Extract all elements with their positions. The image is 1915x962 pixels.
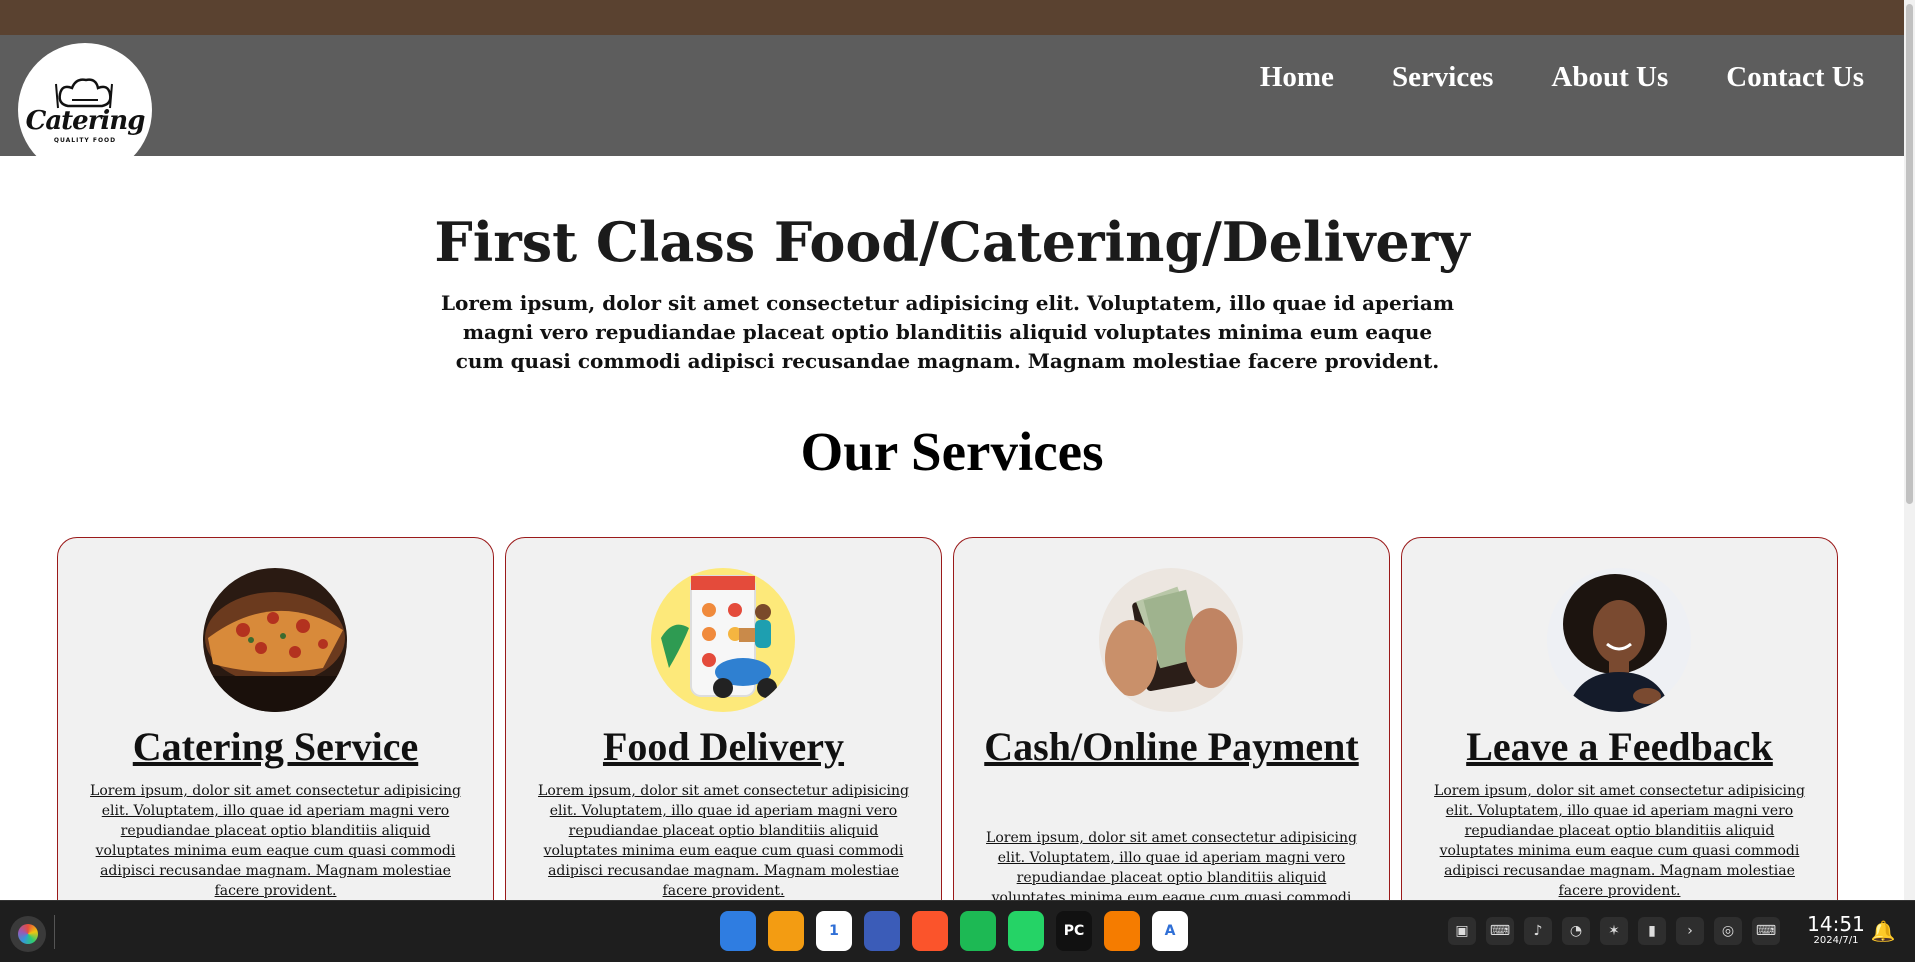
nav-about-link[interactable]: About Us: [1551, 61, 1668, 94]
finder-icon[interactable]: [720, 911, 756, 951]
speedometer-icon[interactable]: ◎: [1714, 917, 1742, 945]
hero-title: First Class Food/Catering/Delivery: [434, 210, 1470, 274]
nav-services-link[interactable]: Services: [1392, 61, 1493, 94]
launcher-icon[interactable]: [10, 916, 46, 952]
service-card-delivery: Food Delivery Lorem ipsum, dolor sit ame…: [505, 537, 942, 937]
card-description: Lorem ipsum, dolor sit amet consectetur …: [1434, 783, 1805, 899]
pycharm-icon[interactable]: PC: [1056, 911, 1092, 951]
hero-description: Lorem ipsum, dolor sit amet consectetur …: [440, 291, 1455, 373]
nav-contact-link[interactable]: Contact Us: [1726, 61, 1864, 94]
main-nav: Home Services About Us Contact Us: [1260, 61, 1864, 94]
top-accent-bar: [0, 0, 1904, 35]
card-title[interactable]: Catering Service: [78, 723, 473, 770]
nav-home-link[interactable]: Home: [1260, 61, 1334, 94]
system-taskbar: 1 PC A ▣ ⌨ ♪ ◔ ✶ ▮ › ◎ ⌨ 14:51 2024/7/1 🔔: [0, 900, 1915, 962]
logo-wordmark: Catering: [25, 106, 146, 136]
keyboard-icon[interactable]: ⌨: [1486, 917, 1514, 945]
clock-date: 2024/7/1: [1813, 935, 1859, 946]
catering-logo[interactable]: Catering QUALITY FOOD: [18, 43, 152, 177]
app-installer-icon[interactable]: A: [1152, 911, 1188, 951]
input-method-icon[interactable]: ⌨: [1752, 917, 1780, 945]
service-card-feedback: Leave a Feedback Lorem ipsum, dolor sit …: [1401, 537, 1838, 937]
whatsapp-icon[interactable]: [1008, 911, 1044, 951]
system-tray: ▣ ⌨ ♪ ◔ ✶ ▮ › ◎ ⌨: [1448, 917, 1780, 945]
logo-tagline: QUALITY FOOD: [53, 137, 117, 144]
wifi-icon[interactable]: ◔: [1562, 917, 1590, 945]
card-title[interactable]: Leave a Feedback: [1422, 723, 1817, 770]
card-description: Lorem ipsum, dolor sit amet consectetur …: [90, 783, 461, 899]
card-title[interactable]: Food Delivery: [526, 723, 921, 770]
services-title: Our Services: [800, 421, 1104, 482]
delivery-scooter-illustration: [651, 568, 795, 712]
settings-icon[interactable]: [864, 911, 900, 951]
card-title[interactable]: Cash/Online Payment: [974, 723, 1369, 770]
clock[interactable]: 14:51 2024/7/1: [1806, 913, 1866, 947]
service-card-catering: Catering Service Lorem ipsum, dolor sit …: [57, 537, 494, 937]
taskbar-apps: 1 PC A: [720, 911, 1188, 951]
page-scrollbar[interactable]: [1904, 0, 1915, 900]
clock-time: 14:51: [1807, 912, 1865, 936]
notification-bell-icon[interactable]: 🔔: [1870, 919, 1896, 945]
battery-icon[interactable]: ▮: [1638, 917, 1666, 945]
site-header: Catering QUALITY FOOD Home Services Abou…: [0, 35, 1904, 177]
wallet-cash-photo: [1099, 568, 1243, 712]
scrollbar-thumb[interactable]: [1906, 4, 1913, 504]
cube-icon[interactable]: ▣: [1448, 917, 1476, 945]
app-store-icon[interactable]: [1104, 911, 1140, 951]
card-description: Lorem ipsum, dolor sit amet consectetur …: [538, 783, 909, 899]
brave-browser-icon[interactable]: [912, 911, 948, 951]
chef-hat-icon: [55, 78, 113, 109]
photos-icon[interactable]: [768, 911, 804, 951]
taskbar-divider: [54, 915, 55, 949]
calendar-icon[interactable]: 1: [816, 911, 852, 951]
service-card-payment: Cash/Online Payment Lorem ipsum, dolor s…: [953, 537, 1390, 937]
smiling-woman-photo: [1547, 568, 1691, 712]
chevron-right-icon[interactable]: ›: [1676, 917, 1704, 945]
pizza-photo: [203, 568, 347, 712]
volume-icon[interactable]: ♪: [1524, 917, 1552, 945]
spotify-icon[interactable]: [960, 911, 996, 951]
bluetooth-icon[interactable]: ✶: [1600, 917, 1628, 945]
